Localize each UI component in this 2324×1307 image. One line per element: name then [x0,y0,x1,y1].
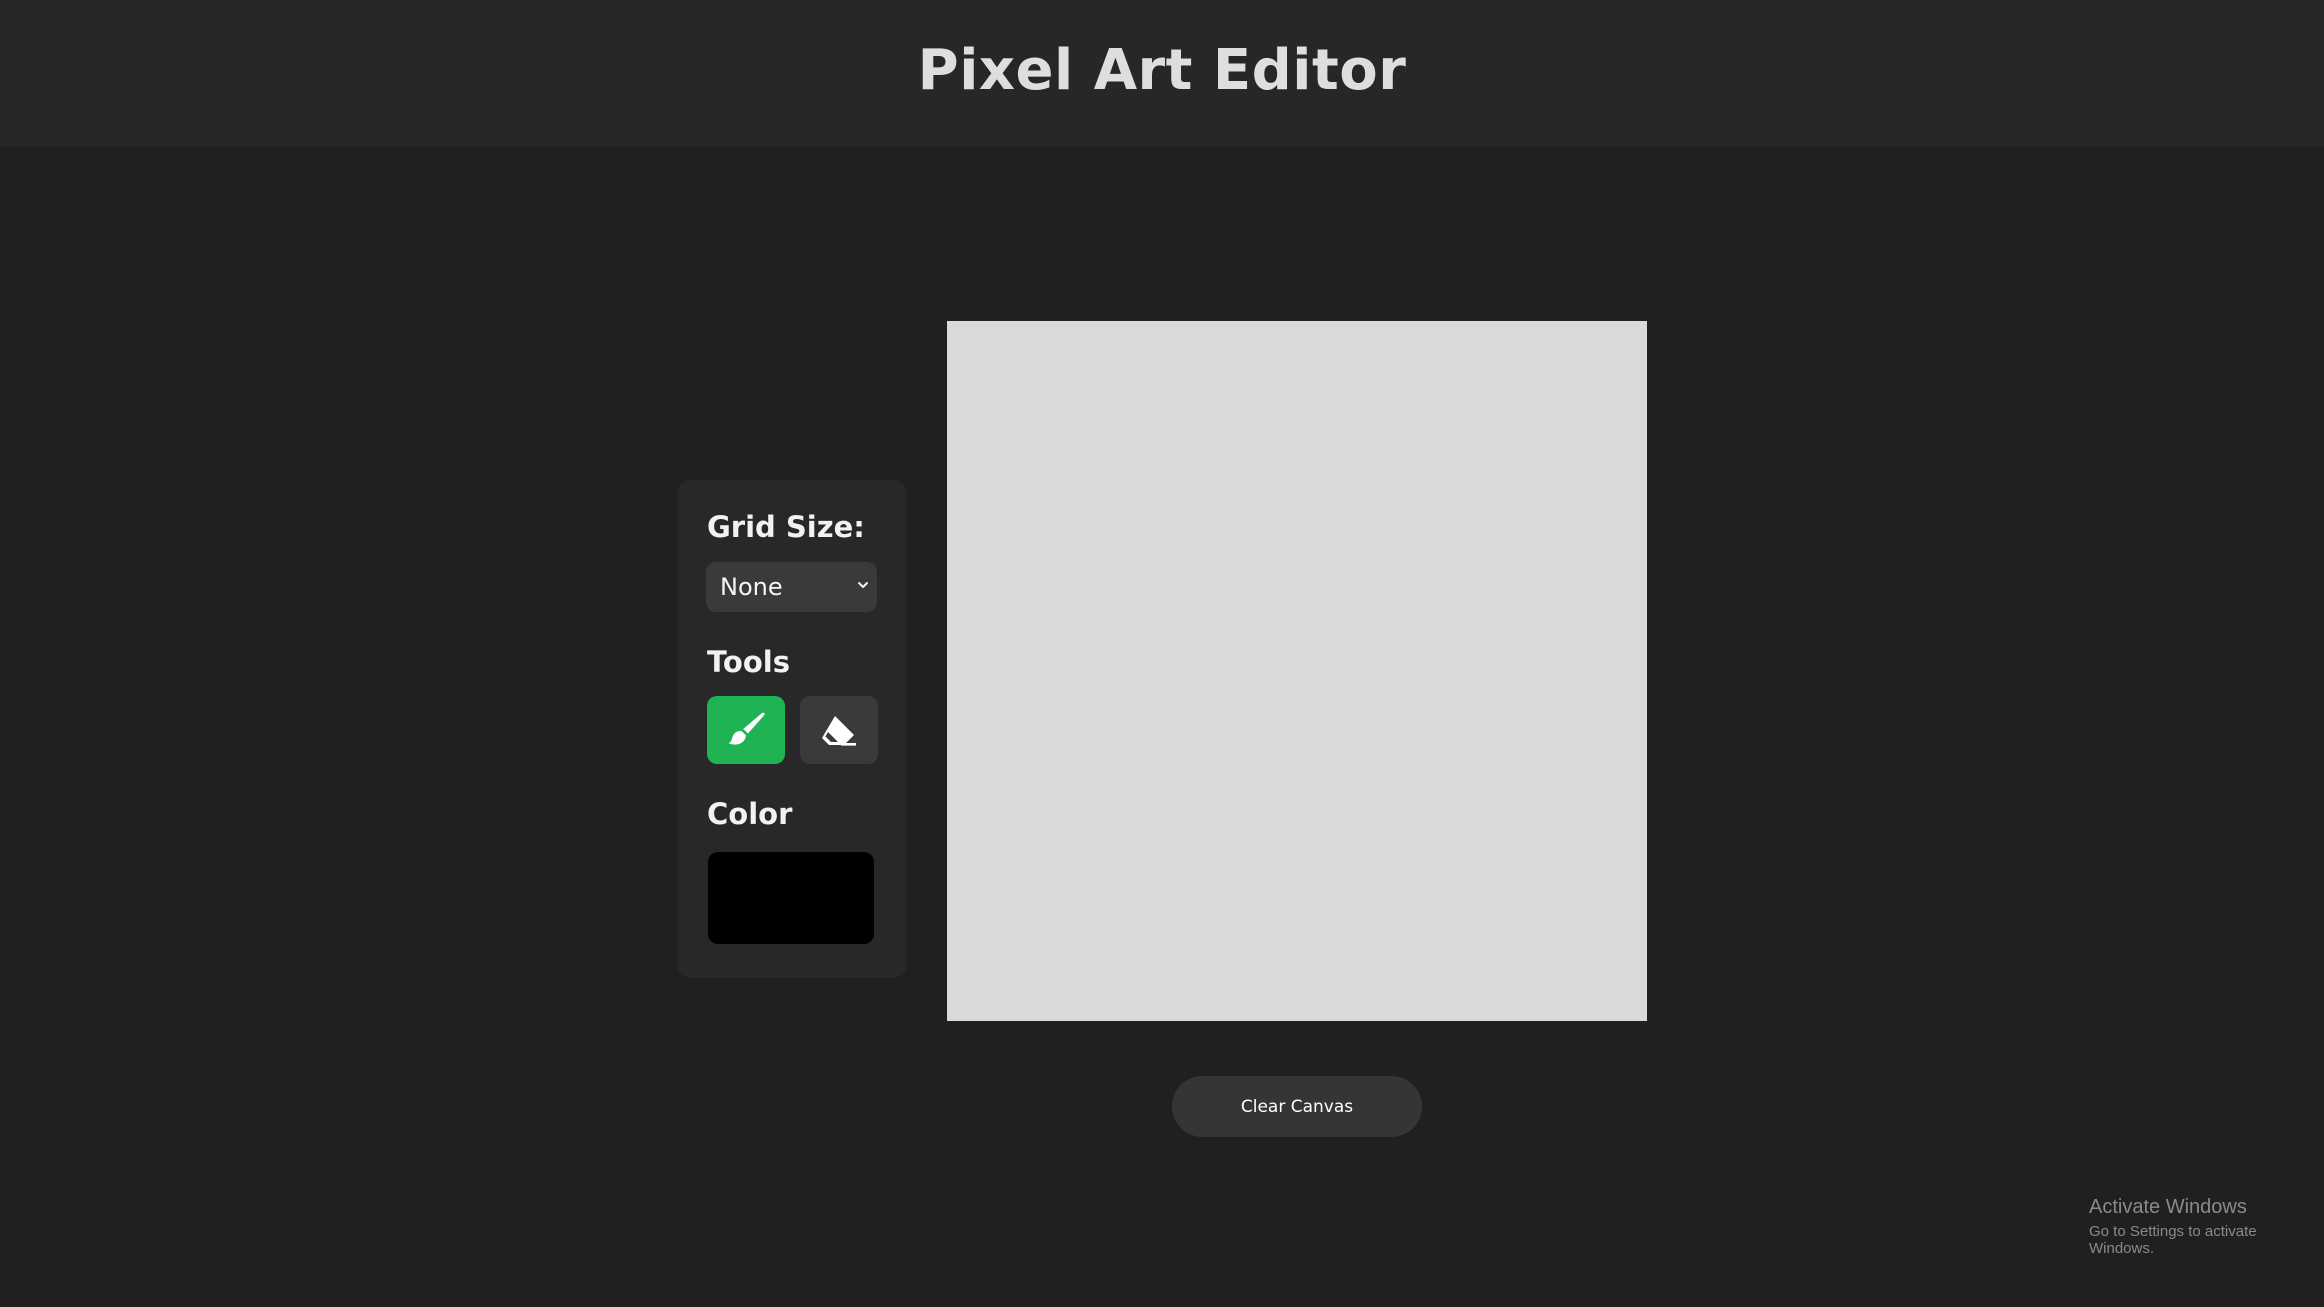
app-root: Pixel Art Editor Grid Size: None Tools C… [0,0,2324,1307]
brush-tool-button[interactable] [707,696,785,764]
drawing-canvas[interactable] [947,321,1647,1021]
tools-label: Tools [707,645,790,679]
chevron-down-icon [858,582,868,588]
color-label: Color [707,797,793,831]
watermark-title: Activate Windows [2089,1196,2247,1218]
grid-size-select[interactable]: None [706,562,877,612]
tool-panel: Grid Size: None Tools Color [677,480,907,978]
grid-size-value: None [720,573,783,601]
eraser-tool-button[interactable] [800,696,878,764]
page-title: Pixel Art Editor [917,38,1407,103]
grid-size-label: Grid Size: [707,510,865,544]
windows-activation-watermark: Activate Windows Go to Settings to activ… [2089,1196,2324,1257]
color-picker-swatch[interactable] [708,852,874,944]
paintbrush-icon [728,712,765,745]
watermark-subtitle: Go to Settings to activate Windows. [2089,1223,2257,1257]
clear-canvas-button[interactable]: Clear Canvas [1172,1076,1422,1137]
eraser-icon [822,716,856,746]
header-bar: Pixel Art Editor [0,0,2324,147]
